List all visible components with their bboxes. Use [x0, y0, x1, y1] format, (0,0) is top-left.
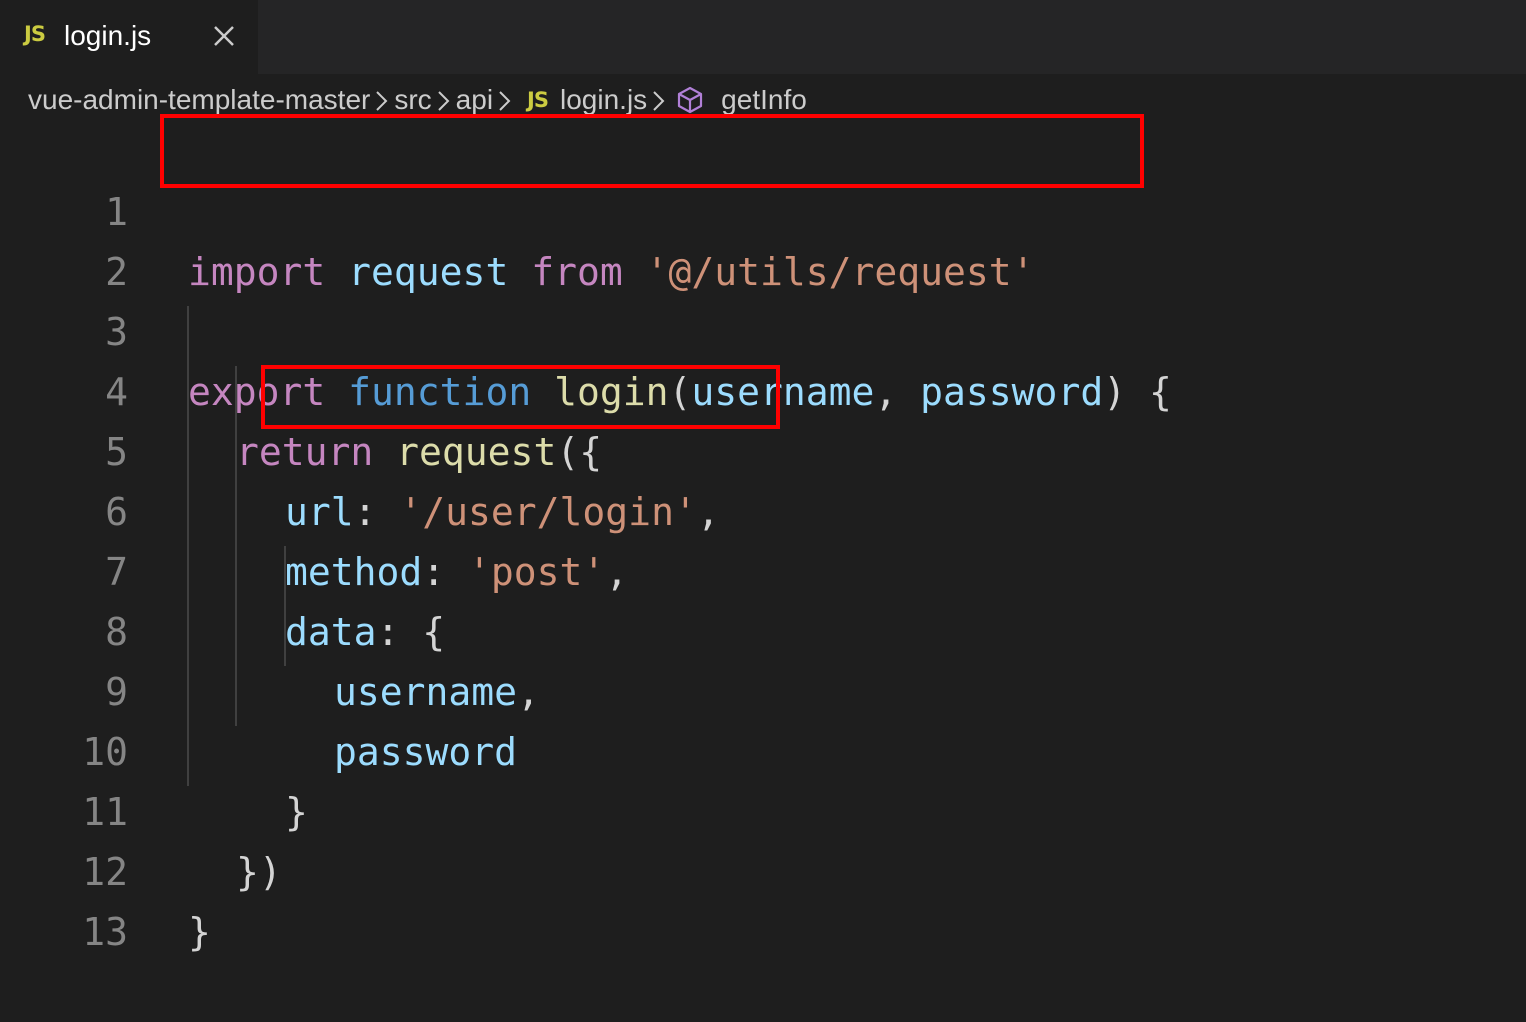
code-line-4: 4 return request({ [0, 302, 1526, 474]
code-line-12: 12 } [0, 782, 1526, 954]
breadcrumb-item-api[interactable]: api [456, 84, 493, 116]
tab-title: login.js [64, 20, 152, 51]
code-line-10: 10 } [0, 662, 1526, 834]
code-line-9: 9 password [0, 602, 1526, 774]
code-editor[interactable]: 1 import request from '@/utils/request' … [0, 114, 1526, 954]
code-line-7: 7 data: { [0, 482, 1526, 654]
highlight-box-import [160, 114, 1144, 188]
code-line-6: 6 method: 'post', [0, 422, 1526, 594]
javascript-file-icon: JS [527, 88, 549, 112]
breadcrumb-item-src[interactable]: src [394, 84, 431, 116]
line-number: 13 [82, 910, 128, 954]
code-line-3: 3 export function login(username, passwo… [0, 242, 1526, 414]
breadcrumb-item-file[interactable]: login.js [560, 84, 647, 116]
code-line-11: 11 }) [0, 722, 1526, 894]
tab-login-js[interactable]: JS login.js [0, 0, 258, 74]
breadcrumb-item-project[interactable]: vue-admin-template-master [28, 84, 370, 116]
highlight-box-url [261, 365, 780, 429]
code-line-13: 13 [0, 842, 1526, 954]
tab-bar: JS login.js [0, 0, 1526, 74]
code-line-2: 2 [0, 182, 1526, 294]
close-icon[interactable] [208, 20, 240, 52]
javascript-file-icon: JS [24, 22, 46, 46]
cube-icon [678, 86, 703, 114]
code-line-8: 8 username, [0, 542, 1526, 714]
brace-close: } [188, 910, 211, 954]
breadcrumb-item-symbol[interactable]: getInfo [721, 84, 807, 116]
